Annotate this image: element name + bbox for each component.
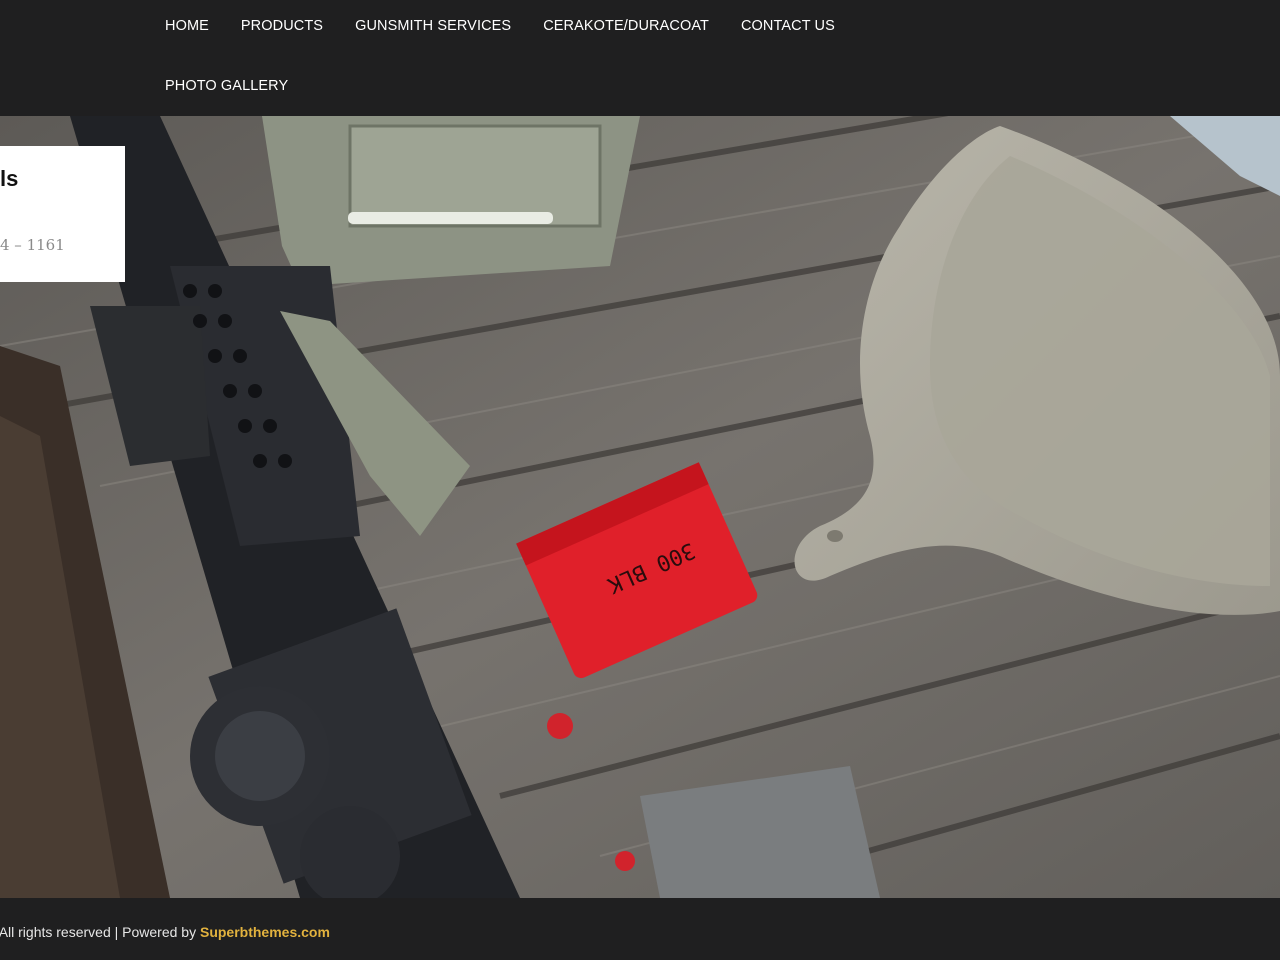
footer-powered-link[interactable]: Superbthemes.com [200, 924, 330, 940]
nav-photo-gallery[interactable]: PHOTO GALLERY [165, 77, 288, 95]
site-footer: ks All rights reserved | Powered by Supe… [0, 898, 1280, 960]
info-card-phone: 4 – 1161 [0, 236, 65, 254]
hero-photo: 300 BLK ls 4 – 1161 [0, 116, 1280, 898]
nav-contact-us[interactable]: CONTACT US [741, 17, 835, 35]
nav-row-primary: HOME PRODUCTS GUNSMITH SERVICES CERAKOTE… [165, 17, 867, 35]
nav-row-secondary: PHOTO GALLERY [165, 77, 320, 95]
footer-rights-text: All rights reserved | Powered by [0, 924, 200, 940]
nav-cerakote-duracoat[interactable]: CERAKOTE/DURACOAT [543, 17, 709, 35]
hero-image-illustration: 300 BLK [0, 116, 1280, 898]
top-navigation: HOME PRODUCTS GUNSMITH SERVICES CERAKOTE… [0, 0, 1280, 116]
nav-home[interactable]: HOME [165, 17, 209, 35]
nav-gunsmith-services[interactable]: GUNSMITH SERVICES [355, 17, 511, 35]
info-card-title-fragment: ls [0, 166, 19, 191]
footer-copyright: ks All rights reserved | Powered by Supe… [0, 924, 330, 940]
nav-products[interactable]: PRODUCTS [241, 17, 323, 35]
info-card: ls 4 – 1161 [0, 146, 125, 282]
